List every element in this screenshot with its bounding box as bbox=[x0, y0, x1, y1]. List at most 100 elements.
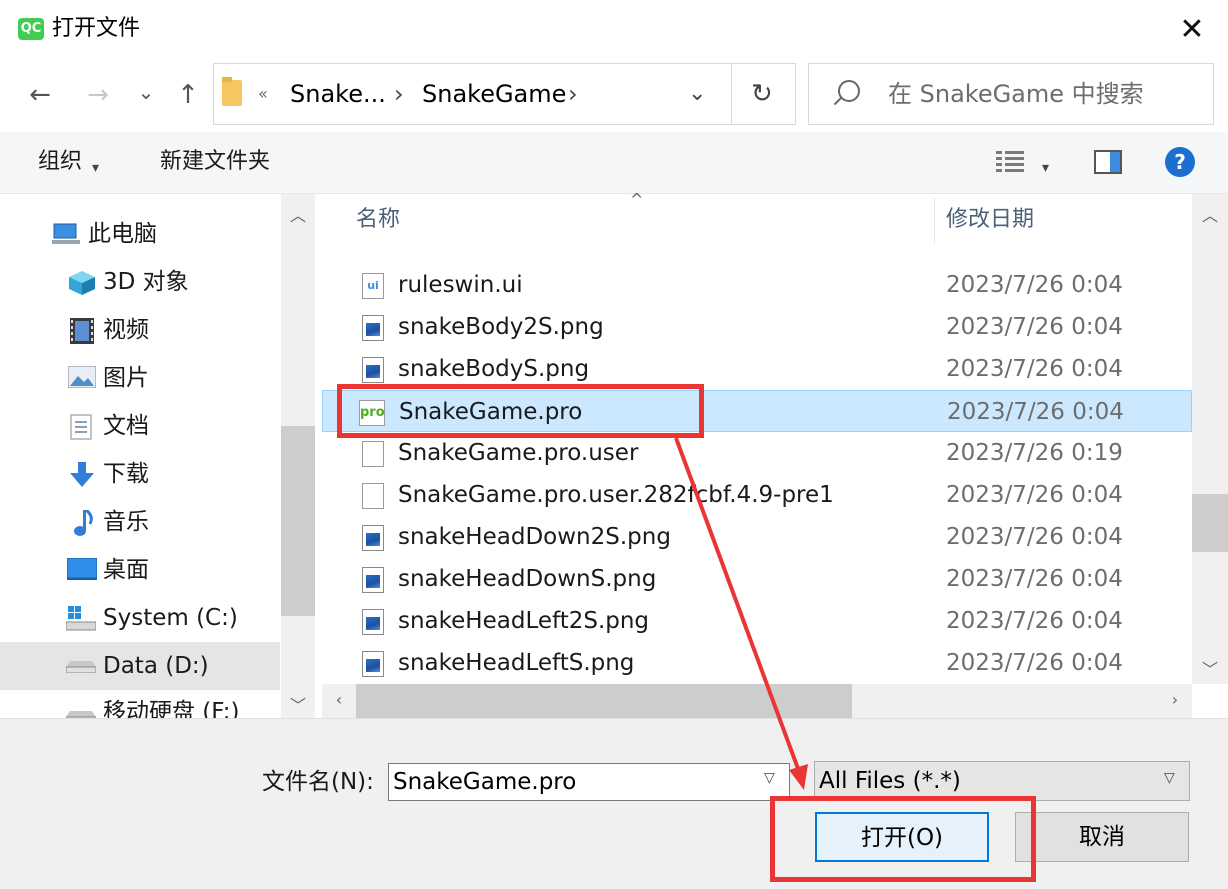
image-file-icon bbox=[362, 609, 384, 635]
sidebar-item-data-d[interactable]: Data (D:) bbox=[0, 642, 280, 690]
breadcrumb-item-snake[interactable]: Snake... bbox=[290, 78, 386, 110]
sidebar-item-videos[interactable]: 视频 bbox=[0, 306, 280, 354]
up-button[interactable]: ↑ bbox=[168, 75, 208, 115]
scroll-up-arrow-icon[interactable]: ︿ bbox=[281, 202, 315, 226]
filename-input[interactable]: SnakeGame.pro bbox=[388, 763, 790, 801]
table-row[interactable]: snakeHeadLeft2S.png 2023/7/26 0:04 bbox=[322, 600, 1192, 642]
file-date: 2023/7/26 0:04 bbox=[947, 399, 1124, 425]
computer-icon bbox=[52, 222, 80, 246]
filename-dropdown-icon[interactable]: ▽ bbox=[764, 770, 775, 786]
system-drive-icon bbox=[65, 606, 97, 631]
filename-label: 文件名(N): bbox=[262, 769, 374, 795]
sidebar-item-downloads[interactable]: 下载 bbox=[0, 450, 280, 498]
refresh-button[interactable]: ↻ bbox=[751, 78, 773, 110]
help-icon[interactable]: ? bbox=[1165, 147, 1195, 177]
file-date: 2023/7/26 0:04 bbox=[946, 272, 1123, 298]
scroll-up-arrow-icon[interactable]: ︿ bbox=[1192, 202, 1228, 226]
breadcrumb-chevron-icon[interactable]: › bbox=[568, 78, 578, 110]
sidebar-item-label: 下载 bbox=[103, 461, 149, 487]
recent-locations-button[interactable]: ⌄ bbox=[130, 72, 162, 112]
sidebar-item-label: 音乐 bbox=[103, 509, 149, 535]
sidebar-item-label: 文档 bbox=[103, 413, 149, 439]
file-date: 2023/7/26 0:04 bbox=[946, 482, 1123, 508]
breadcrumb-item-snakegame[interactable]: SnakeGame bbox=[422, 78, 566, 110]
file-name: snakeHeadDownS.png bbox=[398, 566, 657, 592]
music-icon bbox=[72, 508, 98, 536]
table-row[interactable]: SnakeGame.pro.user 2023/7/26 0:19 bbox=[322, 432, 1192, 474]
back-button[interactable]: ← bbox=[20, 75, 60, 115]
sidebar-item-label: 移动硬盘 (F:) bbox=[103, 699, 240, 718]
file-name: SnakeGame.pro.user bbox=[398, 440, 639, 466]
sidebar-item-label: 3D 对象 bbox=[103, 269, 189, 295]
cancel-button[interactable]: 取消 bbox=[1015, 812, 1189, 862]
title-bar bbox=[0, 0, 1228, 60]
file-type-dropdown-icon[interactable]: ▽ bbox=[1164, 770, 1175, 786]
preview-pane-icon[interactable] bbox=[1094, 150, 1122, 174]
sidebar-item-label: 视频 bbox=[103, 317, 149, 343]
file-name: snakeBody2S.png bbox=[398, 314, 604, 340]
qt-creator-app-icon: QC bbox=[18, 18, 44, 40]
ui-file-icon: ui bbox=[362, 273, 384, 299]
folder-icon bbox=[222, 77, 242, 106]
sidebar-item-this-pc[interactable]: 此电脑 bbox=[0, 210, 280, 258]
sidebar-item-desktop[interactable]: 桌面 bbox=[0, 546, 280, 594]
organize-caret-icon[interactable]: ▾ bbox=[92, 153, 99, 183]
sidebar-item-documents[interactable]: 文档 bbox=[0, 402, 280, 450]
breadcrumb-chevron-icon[interactable]: › bbox=[394, 78, 404, 110]
scrollbar-thumb[interactable] bbox=[1192, 494, 1228, 552]
desktop-icon bbox=[66, 557, 98, 582]
column-divider[interactable] bbox=[934, 198, 935, 244]
sidebar-scrollbar[interactable]: ︿ ﹀ bbox=[281, 194, 315, 718]
documents-icon bbox=[70, 414, 96, 440]
file-list-vertical-scrollbar[interactable]: ︿ ﹀ bbox=[1192, 194, 1228, 684]
view-options-icon[interactable] bbox=[996, 150, 1024, 174]
file-name: snakeHeadLeft2S.png bbox=[398, 608, 650, 634]
organize-button[interactable]: 组织 bbox=[38, 147, 82, 177]
sidebar-item-label: 桌面 bbox=[103, 557, 149, 583]
table-row[interactable]: snakeBody2S.png 2023/7/26 0:04 bbox=[322, 306, 1192, 348]
scroll-down-arrow-icon[interactable]: ﹀ bbox=[281, 692, 315, 716]
address-dropdown-icon[interactable]: ⌄ bbox=[688, 78, 706, 110]
download-icon bbox=[68, 462, 94, 487]
breadcrumb-overflow[interactable]: « bbox=[258, 78, 268, 110]
sort-ascending-icon: ^ bbox=[630, 190, 644, 209]
annotation-highlight-open-button bbox=[770, 796, 1036, 882]
search-placeholder[interactable]: 在 SnakeGame 中搜索 bbox=[888, 78, 1144, 110]
window-title: 打开文件 bbox=[52, 16, 141, 41]
forward-button[interactable]: → bbox=[78, 75, 118, 115]
navigation-pane: 此电脑 3D 对象 视频 图片 文档 下载 音乐 桌面 System (C:) … bbox=[0, 194, 316, 718]
scroll-down-arrow-icon[interactable]: ﹀ bbox=[1192, 656, 1228, 680]
sidebar-item-3d-objects[interactable]: 3D 对象 bbox=[0, 258, 280, 306]
view-caret-icon[interactable]: ▾ bbox=[1042, 153, 1049, 183]
scroll-left-arrow-icon[interactable]: ‹ bbox=[322, 690, 356, 709]
sidebar-item-system-c[interactable]: System (C:) bbox=[0, 594, 280, 642]
table-row[interactable]: snakeHeadLeftS.png 2023/7/26 0:04 bbox=[322, 642, 1192, 684]
file-date: 2023/7/26 0:04 bbox=[946, 566, 1123, 592]
file-date: 2023/7/26 0:04 bbox=[946, 524, 1123, 550]
sidebar-item-label: System (C:) bbox=[103, 605, 238, 631]
new-folder-button[interactable]: 新建文件夹 bbox=[160, 147, 270, 177]
scrollbar-thumb[interactable] bbox=[356, 684, 852, 718]
file-date: 2023/7/26 0:04 bbox=[946, 356, 1123, 382]
file-name: snakeHeadLeftS.png bbox=[398, 650, 635, 676]
annotation-highlight-file bbox=[337, 384, 704, 438]
table-row[interactable]: snakeHeadDownS.png 2023/7/26 0:04 bbox=[322, 558, 1192, 600]
3d-objects-icon bbox=[68, 270, 95, 295]
scrollbar-thumb[interactable] bbox=[281, 426, 315, 616]
table-row[interactable]: snakeHeadDown2S.png 2023/7/26 0:04 bbox=[322, 516, 1192, 558]
removable-drive-icon bbox=[65, 708, 97, 718]
sidebar-item-music[interactable]: 音乐 bbox=[0, 498, 280, 546]
table-row[interactable]: ui ruleswin.ui 2023/7/26 0:04 bbox=[322, 264, 1192, 306]
scroll-right-arrow-icon[interactable]: › bbox=[1158, 690, 1192, 709]
column-header-name[interactable]: 名称 bbox=[356, 204, 400, 236]
sidebar-item-pictures[interactable]: 图片 bbox=[0, 354, 280, 402]
file-type-select[interactable]: All Files (*.*) bbox=[814, 761, 1190, 801]
image-file-icon bbox=[362, 651, 384, 677]
table-row[interactable]: SnakeGame.pro.user.282fcbf.4.9-pre1 2023… bbox=[322, 474, 1192, 516]
sidebar-item-removable-f[interactable]: 移动硬盘 (F:) bbox=[0, 690, 280, 718]
drive-icon bbox=[65, 658, 97, 682]
sidebar-item-label: 图片 bbox=[103, 365, 149, 391]
column-header-date[interactable]: 修改日期 bbox=[946, 204, 1034, 236]
close-button[interactable]: ✕ bbox=[1168, 10, 1216, 50]
file-list-horizontal-scrollbar[interactable]: ‹ › bbox=[322, 684, 1192, 718]
